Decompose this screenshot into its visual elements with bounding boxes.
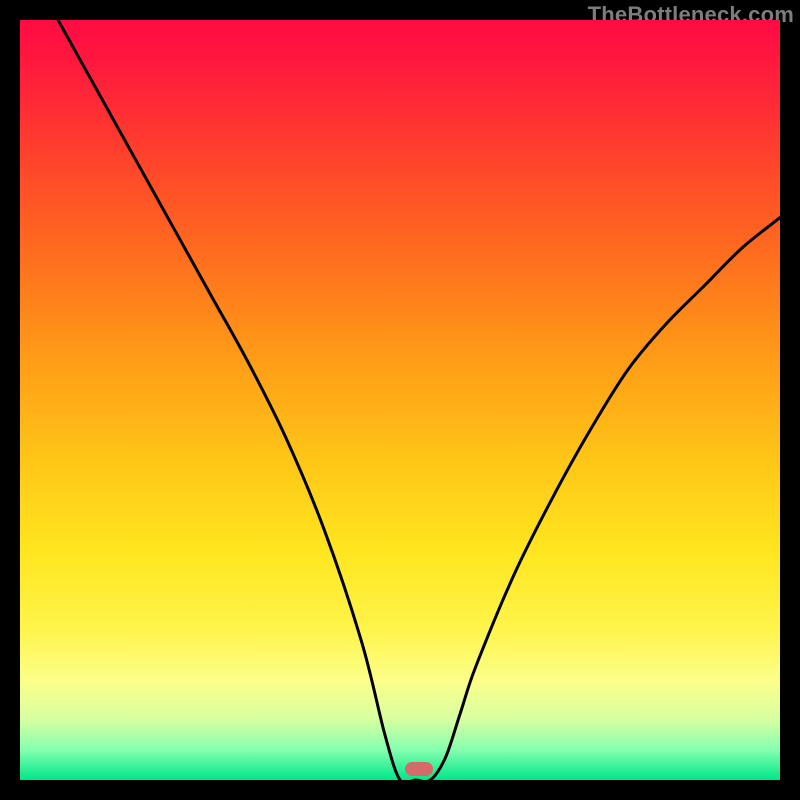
chart-minimum-marker (405, 762, 433, 776)
chart-curve (58, 20, 780, 780)
chart-frame: TheBottleneck.com (0, 0, 800, 800)
chart-plot-area (20, 20, 780, 780)
chart-line-plot (20, 20, 780, 780)
